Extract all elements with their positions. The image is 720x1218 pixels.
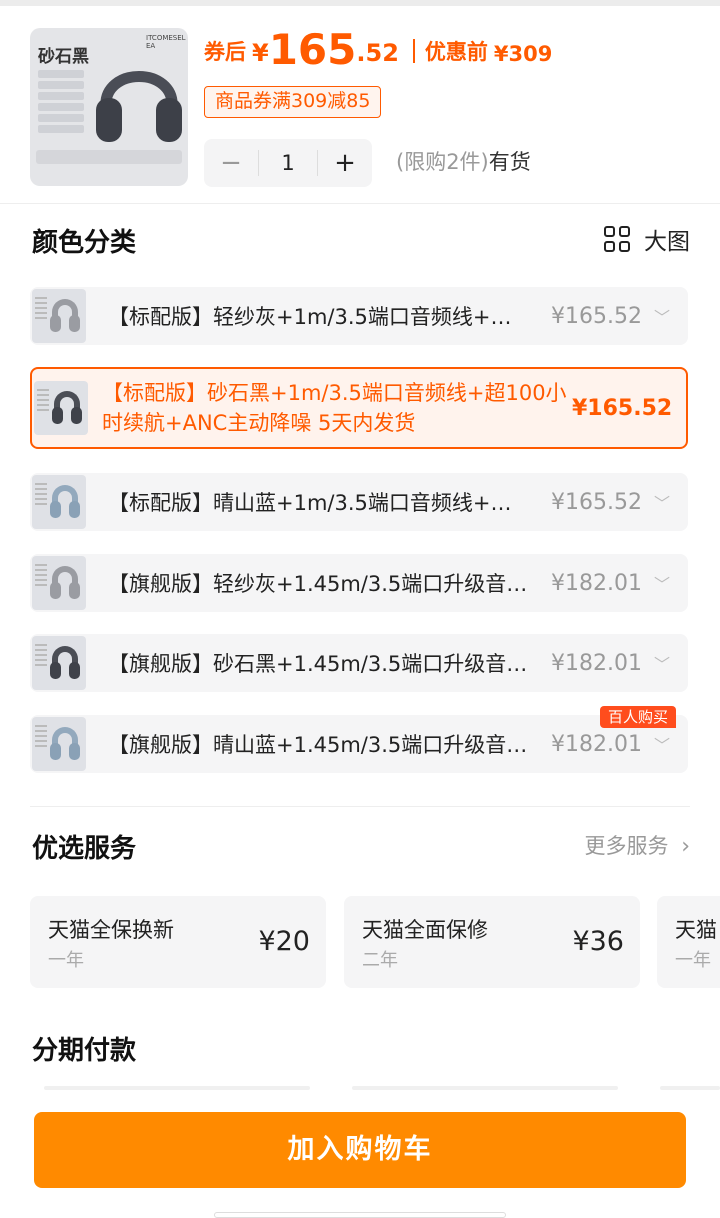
price-line: 券后 ¥ 165 .52 优惠前 ¥309 <box>204 22 552 72</box>
sku-name: 【标配版】砂石黑+1m/3.5端口音频线+超100小时续航+ANC主动降噪 5天… <box>102 381 567 435</box>
service-card[interactable]: 天猫全面保修 二年 ¥36 <box>344 896 640 988</box>
sku-option-selected[interactable]: 【标配版】砂石黑+1m/3.5端口音频线+超100小时续航+ANC主动降噪 5天… <box>30 367 688 449</box>
service-card[interactable]: 天猫 一年 <box>657 896 720 988</box>
installment-option[interactable] <box>352 1086 618 1090</box>
sku-price: ¥165.52 <box>551 489 642 515</box>
sku-thumbnail <box>32 289 86 343</box>
headphones-icon <box>96 71 182 142</box>
chevron-down-icon[interactable]: ﹀ <box>642 732 682 756</box>
sku-option[interactable]: 【旗舰版】轻纱灰+1.45m/3.5端口升级音频线+超100小时续航 ¥182.… <box>30 554 688 612</box>
chevron-right-icon: › <box>681 834 690 859</box>
thumbnail-title: 砂石黑 <box>38 47 89 67</box>
currency-symbol: ¥ <box>252 39 269 67</box>
service-name: 天猫 <box>675 918 717 942</box>
sku-thumbnail <box>32 475 86 529</box>
chevron-down-icon[interactable]: ﹀ <box>642 490 682 514</box>
services-section-title: 优选服务 <box>32 834 137 864</box>
product-thumbnail[interactable]: 砂石黑 ITCOMESEL EA <box>30 28 188 186</box>
price-divider <box>412 39 415 63</box>
sku-option[interactable]: 【旗舰版】砂石黑+1.45m/3.5端口升级音频线+超100小时续航 ¥182.… <box>30 634 688 692</box>
sku-thumbnail <box>34 381 88 435</box>
more-services-link[interactable]: 更多服务 › <box>585 830 691 860</box>
service-price: ¥20 <box>258 926 310 957</box>
big-image-label: 大图 <box>644 229 690 255</box>
sku-price: ¥165.52 <box>572 395 673 421</box>
sku-price: ¥182.01 <box>551 570 642 596</box>
top-bar <box>0 0 720 6</box>
price-label: 券后 <box>204 40 246 64</box>
service-term: 一年 <box>675 950 711 971</box>
pre-price-label: 优惠前 <box>424 40 488 64</box>
service-term: 二年 <box>362 950 398 971</box>
decrease-button[interactable]: − <box>204 148 258 178</box>
sku-price: ¥182.01 <box>551 731 642 757</box>
quantity-stepper: − 1 + <box>204 139 372 187</box>
stock-label: 有货 <box>488 150 531 174</box>
service-card[interactable]: 天猫全保换新 一年 ¥20 <box>30 896 326 988</box>
pre-price: ¥309 <box>493 42 553 66</box>
stock-status: (限购2件)有货 <box>396 146 531 176</box>
service-name: 天猫全面保修 <box>362 918 488 942</box>
sku-thumbnail <box>32 556 86 610</box>
thumbnail-feature-list <box>38 70 84 136</box>
chevron-down-icon[interactable]: ﹀ <box>642 304 682 328</box>
installment-option[interactable] <box>44 1086 310 1090</box>
sku-price: ¥182.01 <box>551 650 642 676</box>
price-integer: 165 <box>268 25 357 74</box>
sku-option[interactable]: 【标配版】轻纱灰+1m/3.5端口音频线+超100小时续航+ANC主动降噪 5天… <box>30 287 688 345</box>
service-price: ¥36 <box>572 926 624 957</box>
sku-name: 【标配版】轻纱灰+1m/3.5端口音频线+超100小时续航+ANC主动降噪 5天… <box>108 305 532 329</box>
service-term: 一年 <box>48 950 84 971</box>
service-name: 天猫全保换新 <box>48 918 174 942</box>
sku-name: 【旗舰版】砂石黑+1.45m/3.5端口升级音频线+超100小时续航 <box>108 652 532 676</box>
installment-option[interactable] <box>660 1086 720 1090</box>
more-services-label: 更多服务 <box>584 834 669 858</box>
sku-name: 【旗舰版】晴山蓝+1.45m/3.5端口升级音频线+超100小时续航 <box>108 733 532 757</box>
coupon-badge[interactable]: 商品券满309减85 <box>204 86 382 118</box>
grid-icon <box>604 226 630 252</box>
sku-option[interactable]: 【旗舰版】晴山蓝+1.45m/3.5端口升级音频线+超100小时续航 ¥182.… <box>30 715 688 773</box>
sku-price: ¥165.52 <box>551 303 642 329</box>
quantity-value[interactable]: 1 <box>258 150 318 176</box>
divider <box>30 806 690 807</box>
sku-name: 【标配版】晴山蓝+1m/3.5端口音频线+超100小时续航+ANC主动降噪 5天… <box>108 491 532 515</box>
chevron-down-icon[interactable]: ﹀ <box>642 651 682 675</box>
home-indicator <box>214 1212 506 1218</box>
sku-option[interactable]: 【标配版】晴山蓝+1m/3.5端口音频线+超100小时续航+ANC主动降噪 5天… <box>30 473 688 531</box>
add-to-cart-button[interactable]: 加入购物车 <box>34 1112 686 1188</box>
increase-button[interactable]: + <box>318 148 372 178</box>
popular-tag: 百人购买 <box>600 706 677 728</box>
big-image-toggle[interactable]: 大图 <box>604 222 690 256</box>
sku-thumbnail <box>32 636 86 690</box>
chevron-down-icon[interactable]: ﹀ <box>642 571 682 595</box>
sku-thumbnail <box>32 717 86 771</box>
purchase-limit: (限购2件) <box>396 150 489 174</box>
price-decimal: .52 <box>356 39 399 67</box>
divider <box>0 203 720 204</box>
color-section-title: 颜色分类 <box>32 228 137 258</box>
sku-name: 【旗舰版】轻纱灰+1.45m/3.5端口升级音频线+超100小时续航 <box>108 572 532 596</box>
thumbnail-info-bar <box>36 150 182 164</box>
installments-section-title: 分期付款 <box>32 1036 137 1066</box>
